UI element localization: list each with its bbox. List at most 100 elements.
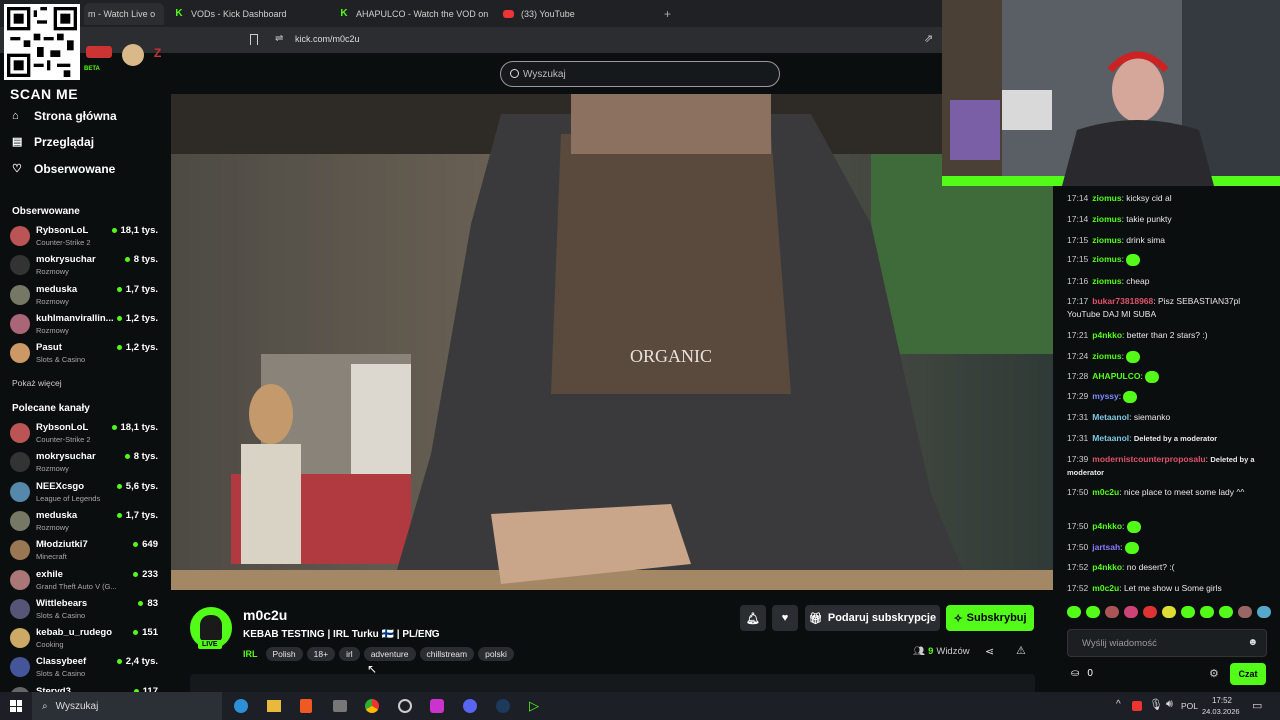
nav-home[interactable]: ⌂ Strona główna [12, 105, 117, 127]
taskbar-search[interactable]: ⌕ Wyszukaj [32, 692, 222, 720]
message-username[interactable]: myssy [1092, 391, 1118, 401]
message-username[interactable]: p4nkko [1092, 521, 1122, 531]
viewer-number: 649 [142, 539, 158, 551]
app-icon[interactable] [430, 699, 444, 713]
message-username[interactable]: m0c2u [1092, 583, 1119, 593]
tag[interactable]: polski [478, 647, 514, 661]
sidebar-channel[interactable]: kuhlmanvirallin... Rozmowy 1,2 tys. [10, 311, 160, 339]
emote-icon[interactable] [1143, 606, 1157, 618]
file-explorer-icon[interactable] [267, 700, 281, 712]
tag[interactable]: irl [339, 647, 360, 661]
send-chat-button[interactable]: Czat [1230, 663, 1266, 685]
nav-browse[interactable]: ▤ Przeglądaj [12, 131, 94, 153]
sidebar-channel[interactable]: exhile Grand Theft Auto V (G... 233 [10, 567, 160, 595]
message-username[interactable]: Metaanol [1092, 412, 1129, 422]
windows-start-icon[interactable] [10, 700, 22, 712]
chevron-up-icon[interactable]: ⌃ [427, 629, 435, 640]
nav-following[interactable]: ♡ Obserwowane [12, 158, 115, 180]
subscribe-button[interactable]: ✧ Subskrybuj [946, 605, 1034, 631]
message-username[interactable]: m0c2u [1092, 487, 1119, 497]
discord-icon[interactable] [463, 699, 477, 713]
message-username[interactable]: bukar73818968 [1092, 296, 1153, 306]
notification-icon[interactable]: ▭ [1252, 699, 1262, 712]
channel-points[interactable]: ⛀ 0 [1071, 668, 1093, 679]
clock-time[interactable]: 17:52 [1205, 696, 1239, 705]
emote-icon[interactable] [1219, 606, 1233, 618]
message-username[interactable]: Metaanol [1092, 433, 1129, 443]
video-player[interactable]: ORGANIC [171, 94, 1053, 590]
tag[interactable]: 18+ [306, 647, 336, 661]
sidebar-channel[interactable]: NEEXcsgo League of Legends 5,6 tys. [10, 479, 160, 507]
tag[interactable]: chillstream [419, 647, 475, 661]
message-username[interactable]: ziomus [1092, 254, 1121, 264]
share-icon[interactable]: ⋖ [985, 645, 994, 658]
app-icon[interactable] [333, 700, 347, 712]
brave-icon[interactable] [300, 699, 312, 713]
site-settings-icon[interactable]: ⇌ [275, 33, 283, 44]
language-indicator[interactable]: POL [1181, 701, 1198, 711]
tag[interactable]: adventure [363, 647, 416, 661]
message-username[interactable]: jartsah [1092, 542, 1120, 552]
report-icon[interactable]: ⚠ [1016, 644, 1026, 657]
sidebar-channel[interactable]: meduska Rozmowy 1,7 tys. [10, 282, 160, 310]
sidebar-channel[interactable]: meduska Rozmowy 1,7 tys. [10, 508, 160, 536]
clock-date[interactable]: 24.03.2026 [1202, 707, 1240, 716]
sidebar-channel[interactable]: Wittlebears Slots & Casino 83 [10, 596, 160, 624]
emote-icon[interactable] [1162, 606, 1176, 618]
message-username[interactable]: p4nkko [1092, 562, 1122, 572]
sidebar-channel[interactable]: mokrysuchar Rozmowy 8 tys. [10, 449, 160, 477]
browser-tab-active[interactable]: m - Watch Live o ✕ [84, 3, 164, 25]
message-username[interactable]: ziomus [1092, 214, 1121, 224]
message-username[interactable]: p4nkko [1092, 330, 1122, 340]
gift-subscriptions-button[interactable]: 🎁︎ Podaruj subskrypcje [805, 605, 940, 631]
microphone-icon[interactable]: 🎙︎ [1149, 698, 1163, 711]
kick-app-icon[interactable]: ▷ [529, 698, 539, 714]
emote-icon[interactable] [1200, 606, 1214, 618]
emote-icon[interactable] [1238, 606, 1252, 618]
emote-icon[interactable] [1105, 606, 1119, 618]
chrome-icon[interactable] [365, 699, 379, 713]
notification-button[interactable]: 🔔︎ [740, 605, 766, 631]
channel-name[interactable]: m0c2u [243, 607, 287, 623]
sidebar-channel[interactable]: Młodziutki7 Minecraft 649 [10, 537, 160, 565]
url-field[interactable]: kick.com/m0c2u [295, 34, 360, 44]
emote-icon[interactable] [1124, 606, 1138, 618]
browser-tab[interactable]: (33) YouTube [503, 3, 653, 25]
tag[interactable]: Polish [265, 647, 303, 661]
message-username[interactable]: AHAPULCO [1092, 371, 1140, 381]
emote-icon[interactable] [1181, 606, 1195, 618]
tray-app-icon[interactable] [1132, 701, 1142, 711]
message-username[interactable]: ziomus [1092, 351, 1121, 361]
browser-tab[interactable]: K VODs - Kick Dashboard [174, 3, 324, 25]
share-icon[interactable]: ⇗ [924, 32, 933, 45]
close-icon[interactable]: ✕ [163, 9, 164, 20]
new-tab-button[interactable]: + [664, 3, 671, 25]
steam-icon[interactable] [496, 699, 510, 713]
category-link[interactable]: IRL [243, 649, 258, 659]
sidebar-channel[interactable]: kebab_u_rudego Cooking 151 [10, 625, 160, 653]
message-username[interactable]: ziomus [1092, 276, 1121, 286]
emote-icon[interactable] [1086, 606, 1100, 618]
message-username[interactable]: ziomus [1092, 235, 1121, 245]
message-username[interactable]: modernistcounterproposalu [1092, 454, 1205, 464]
message-username[interactable]: ziomus [1092, 193, 1121, 203]
speaker-icon[interactable]: 🔊︎ [1166, 698, 1173, 711]
chat-input[interactable]: Wyślij wiadomość ☻ [1067, 629, 1267, 657]
sidebar-channel[interactable]: RybsonLoL Counter-Strike 2 18,1 tys. [10, 223, 160, 251]
edge-icon[interactable] [234, 699, 248, 713]
obs-icon[interactable] [398, 699, 412, 713]
chevron-up-icon[interactable]: ^ [1116, 699, 1121, 710]
show-more-link[interactable]: Pokaż więcej [12, 378, 62, 388]
emoji-icon[interactable]: ☻ [1247, 637, 1258, 648]
emote-icon[interactable] [1257, 606, 1271, 618]
sidebar-channel[interactable]: Pasut Slots & Casino 1,2 tys. [10, 340, 160, 368]
bookmark-icon[interactable] [250, 34, 258, 45]
sidebar-channel[interactable]: Classybeef Slots & Casino 2,4 tys. [10, 654, 160, 682]
gear-icon[interactable]: ⚙ [1209, 667, 1219, 680]
browser-tab[interactable]: K AHAPULCO - Watch the VOD on Kick [339, 3, 489, 25]
sidebar-channel[interactable]: RybsonLoL Counter-Strike 2 18,1 tys. [10, 420, 160, 448]
search-input[interactable]: Wyszukaj [500, 61, 780, 87]
emote-icon[interactable] [1067, 606, 1081, 618]
sidebar-channel[interactable]: mokrysuchar Rozmowy 8 tys. [10, 252, 160, 280]
follow-button[interactable]: ♥ [772, 605, 798, 631]
